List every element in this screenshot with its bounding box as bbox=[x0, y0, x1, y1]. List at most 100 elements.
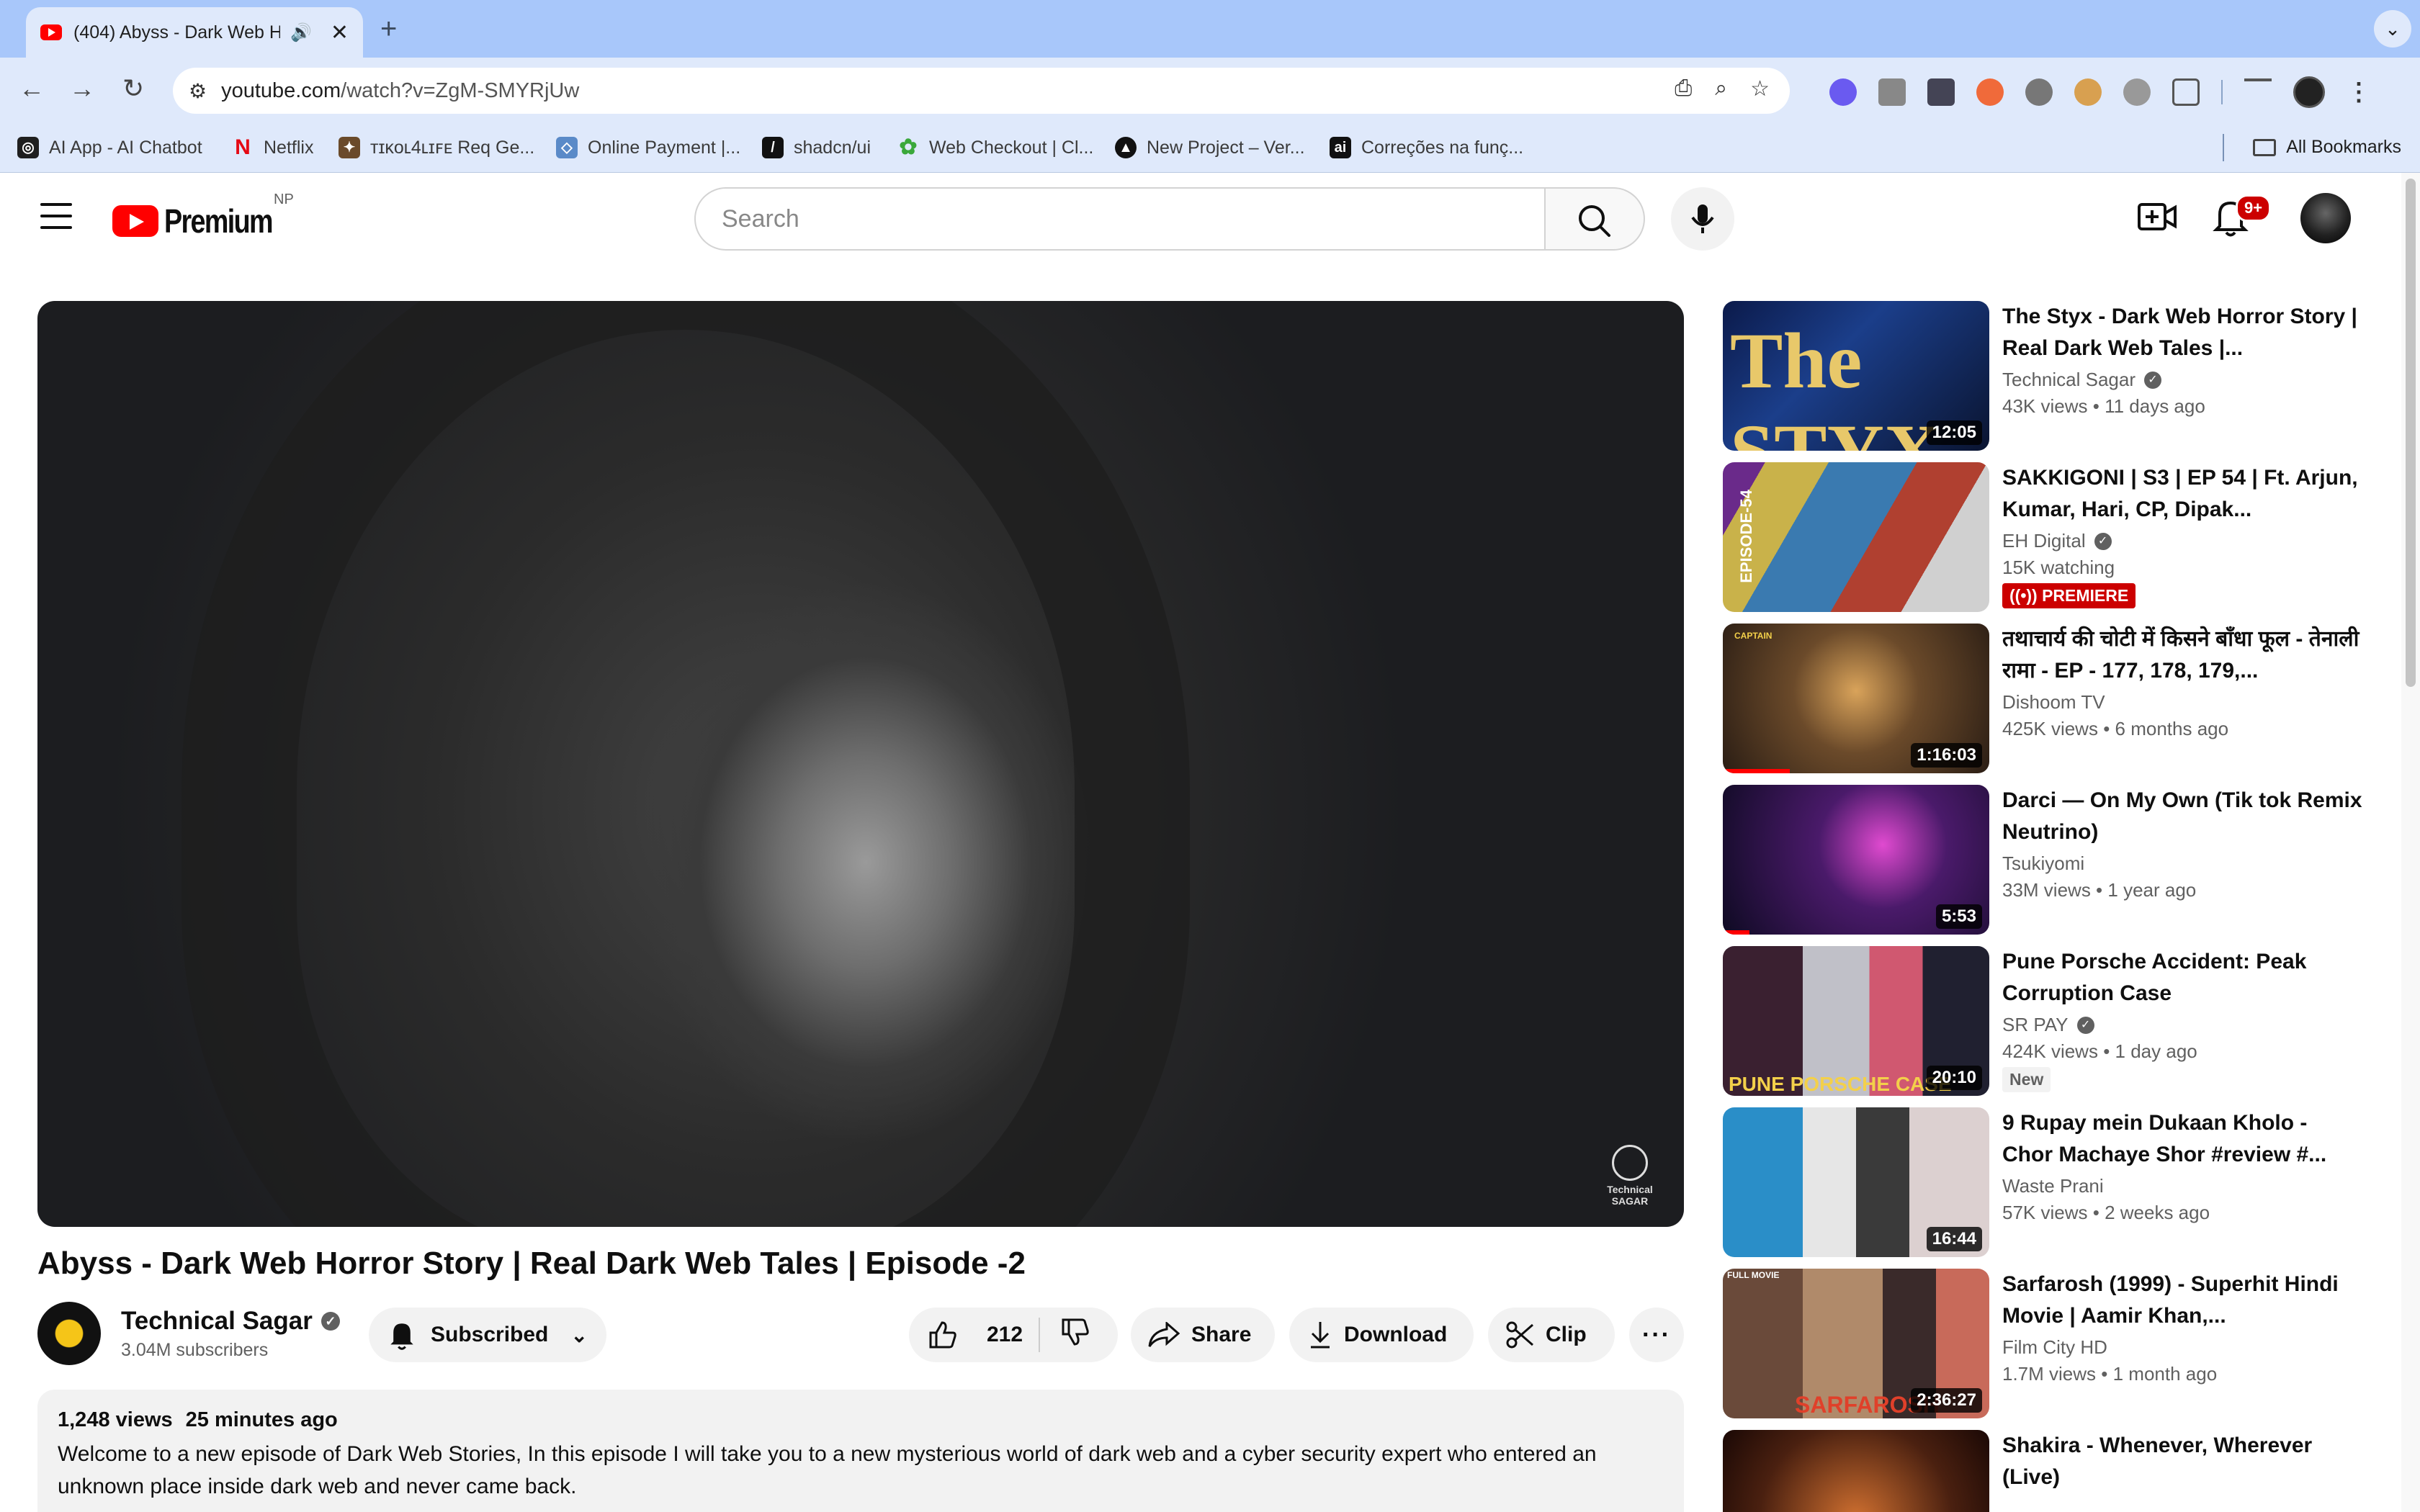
recommendation-item[interactable]: The STYX 12:05 The Styx - Dark Web Horro… bbox=[1723, 301, 2371, 452]
extension-icon[interactable] bbox=[1878, 78, 1906, 106]
url-text[interactable]: youtube.com/watch?v=ZgM-SMYRjUw bbox=[221, 79, 579, 103]
recommendation-item[interactable]: 16:44 9 Rupay mein Dukaan Kholo - Chor M… bbox=[1723, 1107, 2371, 1259]
cookie-extension-icon[interactable] bbox=[2074, 78, 2102, 106]
clip-button[interactable]: Clip bbox=[1488, 1308, 1615, 1362]
browser-tab-active[interactable]: (404) Abyss - Dark Web H 🔊 ✕ bbox=[26, 7, 363, 58]
like-button[interactable]: 212 bbox=[909, 1318, 1040, 1352]
recommendation-title[interactable]: तथाचार्य की चोटी में किसने बाँधा फूल - त… bbox=[2002, 624, 2362, 687]
video-thumbnail[interactable]: 16:44 bbox=[1723, 1107, 1989, 1257]
scrollbar-thumb[interactable] bbox=[2406, 179, 2416, 687]
recommendation-item[interactable]: EPISODE-54 SAKKIGONI | S3 | EP 54 | Ft. … bbox=[1723, 462, 2371, 613]
extensions-puzzle-icon[interactable] bbox=[2172, 78, 2200, 106]
all-bookmarks-button[interactable]: All Bookmarks bbox=[2253, 137, 2401, 158]
video-thumbnail[interactable]: PUNE PORSCHE CASE 20:10 bbox=[1723, 946, 1989, 1096]
extension-icon[interactable] bbox=[1829, 78, 1857, 106]
video-description[interactable]: 1,248 views 25 minutes ago Welcome to a n… bbox=[37, 1390, 1684, 1512]
download-icon bbox=[1311, 1322, 1330, 1349]
search-input[interactable] bbox=[722, 204, 1544, 233]
video-thumbnail[interactable]: CAPTAIN 1:16:03 bbox=[1723, 624, 1989, 773]
zoom-icon[interactable]: ⌕ bbox=[1715, 76, 1727, 102]
menu-icon[interactable] bbox=[40, 203, 72, 238]
channel-name[interactable]: Technical Sagar ✓ bbox=[121, 1307, 340, 1336]
dislike-button[interactable] bbox=[1040, 1317, 1102, 1353]
recommendation-meta: 425K views • 6 months ago bbox=[2002, 718, 2229, 739]
bookmark-item[interactable]: N Netflix bbox=[232, 137, 313, 158]
recommendation-title[interactable]: Shakira - Whenever, Wherever (Live) bbox=[2002, 1430, 2362, 1493]
more-actions-button[interactable]: ··· bbox=[1629, 1308, 1684, 1362]
account-avatar[interactable] bbox=[2300, 193, 2351, 243]
youtube-logo-icon bbox=[112, 205, 158, 237]
recommendation-channel[interactable]: Technical Sagar ✓ bbox=[2002, 369, 2362, 391]
duration-badge: 12:05 bbox=[1926, 420, 1982, 445]
recommendation-title[interactable]: Darci — On My Own (Tik tok Remix Neutrin… bbox=[2002, 785, 2362, 848]
recommendation-item[interactable]: 5:53 Darci — On My Own (Tik tok Remix Ne… bbox=[1723, 785, 2371, 936]
clover-icon: ✿ bbox=[899, 135, 918, 159]
download-button[interactable]: Download bbox=[1289, 1308, 1474, 1362]
back-icon[interactable]: ← bbox=[19, 73, 45, 104]
address-bar[interactable]: ⚙ youtube.com/watch?v=ZgM-SMYRjUw ⎙ ⌕ ☆ bbox=[173, 68, 1790, 114]
youtube-premium-logo[interactable]: Premium bbox=[112, 202, 296, 240]
extension-icon[interactable] bbox=[2123, 78, 2151, 106]
bookmark-item[interactable]: ✦ ᴛɪᴋᴏʟ4ʟɪꜰᴇ Req Ge... bbox=[339, 137, 534, 158]
recommendation-channel[interactable]: Film City HD bbox=[2002, 1336, 2362, 1359]
install-app-icon[interactable]: ⎙ bbox=[1675, 76, 1692, 102]
recommendation-channel[interactable]: Tsukiyomi bbox=[2002, 852, 2362, 875]
recommendation-channel[interactable]: SR PAY ✓ bbox=[2002, 1014, 2362, 1036]
shadcn-icon: / bbox=[762, 137, 784, 158]
description-stats: 1,248 views 25 minutes ago bbox=[58, 1408, 1664, 1432]
bookmark-star-icon[interactable]: ☆ bbox=[1750, 76, 1770, 102]
wrench-icon bbox=[1612, 1145, 1648, 1181]
browser-profile-avatar[interactable] bbox=[2293, 76, 2325, 108]
tab-close-icon[interactable]: ✕ bbox=[331, 20, 349, 45]
subscribed-button[interactable]: Subscribed ⌄ bbox=[369, 1308, 606, 1362]
reload-icon[interactable]: ↻ bbox=[122, 73, 144, 104]
recommendation-title[interactable]: Pune Porsche Accident: Peak Corruption C… bbox=[2002, 946, 2362, 1009]
recommendation-title[interactable]: Sarfarosh (1999) - Superhit Hindi Movie … bbox=[2002, 1269, 2362, 1332]
video-player[interactable]: Technical SAGAR bbox=[37, 301, 1684, 1227]
channel-watermark[interactable]: Technical SAGAR bbox=[1605, 1145, 1655, 1207]
recommendation-title[interactable]: The Styx - Dark Web Horror Story | Real … bbox=[2002, 301, 2362, 364]
channel-avatar[interactable] bbox=[37, 1302, 101, 1365]
recommendation-item[interactable]: Shakira - Whenever, Wherever (Live) bbox=[1723, 1430, 2371, 1512]
search-button[interactable] bbox=[1546, 187, 1645, 251]
tab-search-button[interactable]: ⌄ bbox=[2374, 10, 2411, 48]
folder-icon bbox=[2253, 138, 2277, 156]
create-button[interactable] bbox=[2138, 200, 2177, 237]
media-controls-icon[interactable] bbox=[2244, 78, 2272, 106]
forward-icon[interactable]: → bbox=[69, 73, 95, 104]
share-button[interactable]: Share bbox=[1131, 1308, 1275, 1362]
bookmark-item[interactable]: / shadcn/ui bbox=[762, 137, 871, 158]
recommendation-channel[interactable]: Waste Prani bbox=[2002, 1175, 2362, 1197]
recommendation-item[interactable]: CAPTAIN 1:16:03 तथाचार्य की चोटी में किस… bbox=[1723, 624, 2371, 775]
video-thumbnail[interactable]: FULL MOVIE SARFAROSH 2:36:27 bbox=[1723, 1269, 1989, 1418]
recommendation-title[interactable]: SAKKIGONI | S3 | EP 54 | Ft. Arjun, Kuma… bbox=[2002, 462, 2362, 526]
microphone-icon bbox=[1691, 204, 1714, 233]
bell-icon bbox=[390, 1323, 413, 1350]
bookmark-item[interactable]: ◎ AI App - AI Chatbot bbox=[17, 137, 202, 158]
site-info-icon[interactable]: ⚙ bbox=[189, 79, 207, 103]
notification-count-badge: 9+ bbox=[2236, 194, 2272, 222]
speaker-icon[interactable]: 🔊 bbox=[290, 22, 312, 43]
voice-search-button[interactable] bbox=[1671, 187, 1734, 251]
recommendation-meta: 33M views • 1 year ago bbox=[2002, 879, 2197, 901]
bookmark-item[interactable]: ✿ Web Checkout | Cl... bbox=[897, 137, 1093, 158]
extension-icon[interactable] bbox=[2025, 78, 2053, 106]
new-tab-button[interactable]: + bbox=[380, 13, 397, 45]
extension-icon[interactable] bbox=[1976, 78, 2004, 106]
recommendation-channel[interactable]: Dishoom TV bbox=[2002, 691, 2362, 714]
video-thumbnail[interactable] bbox=[1723, 1430, 1989, 1512]
recommendation-item[interactable]: PUNE PORSCHE CASE 20:10 Pune Porsche Acc… bbox=[1723, 946, 2371, 1097]
recommendation-title[interactable]: 9 Rupay mein Dukaan Kholo - Chor Machaye… bbox=[2002, 1107, 2362, 1171]
bookmark-item[interactable]: ▲ New Project – Ver... bbox=[1115, 137, 1305, 158]
bookmark-item[interactable]: ai Correções na funç... bbox=[1330, 137, 1523, 158]
browser-menu-icon[interactable]: ⋮ bbox=[2347, 78, 2371, 107]
recommendation-item[interactable]: FULL MOVIE SARFAROSH 2:36:27 Sarfarosh (… bbox=[1723, 1269, 2371, 1420]
recommendation-channel[interactable]: EH Digital ✓ bbox=[2002, 530, 2362, 552]
video-camera-plus-icon bbox=[2138, 203, 2177, 230]
video-thumbnail[interactable]: The STYX 12:05 bbox=[1723, 301, 1989, 451]
extension-icon[interactable] bbox=[1927, 78, 1955, 106]
video-thumbnail[interactable]: EPISODE-54 bbox=[1723, 462, 1989, 612]
bookmark-item[interactable]: ◇ Online Payment |... bbox=[556, 137, 740, 158]
video-thumbnail[interactable]: 5:53 bbox=[1723, 785, 1989, 935]
watch-progress-bar bbox=[1723, 930, 1749, 935]
